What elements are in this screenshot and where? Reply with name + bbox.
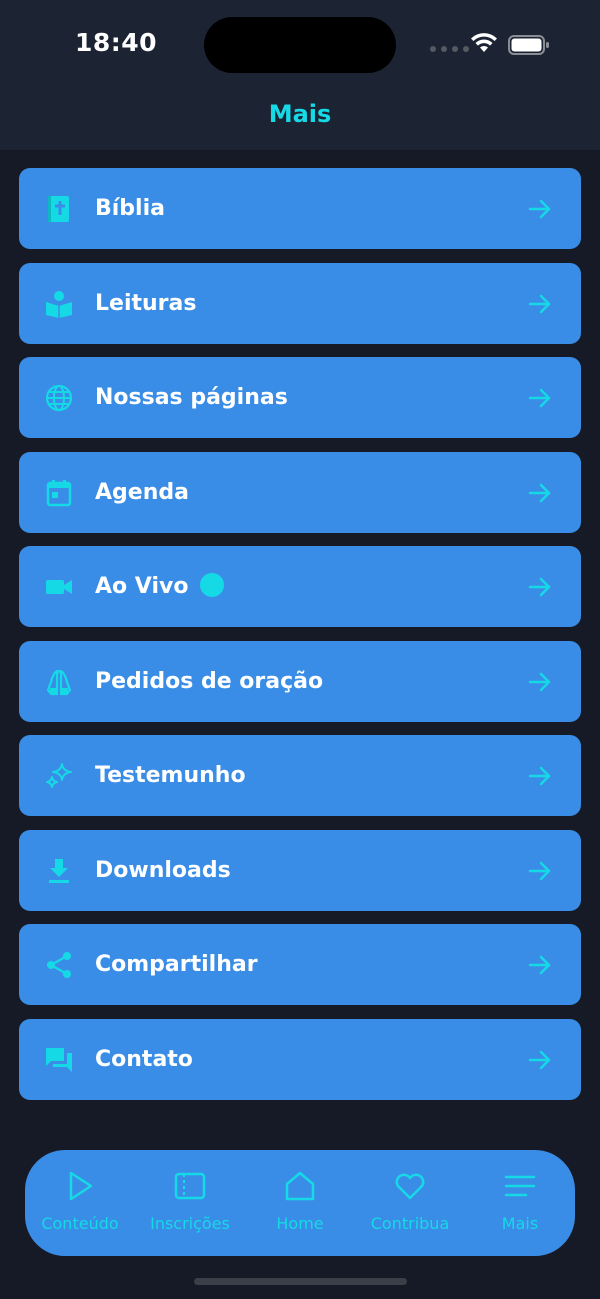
menu-item-agenda[interactable]: Agenda xyxy=(19,451,581,533)
menu-item-label: Ao Vivo xyxy=(95,574,189,599)
praying-hands-icon xyxy=(46,669,72,695)
calendar-icon xyxy=(46,479,72,506)
play-icon xyxy=(69,1171,93,1201)
dynamic-island xyxy=(204,17,396,73)
menu-icon xyxy=(504,1175,536,1197)
home-icon xyxy=(285,1171,315,1201)
menu-item-label: Pedidos de oração xyxy=(95,668,324,694)
menu-item-testimony[interactable]: Testemunho xyxy=(19,735,581,816)
arrow-right-icon xyxy=(528,577,551,597)
live-indicator-dot xyxy=(200,573,225,597)
tab-label: Conteúdo xyxy=(41,1214,119,1233)
tab-registrations[interactable]: Inscrições xyxy=(135,1150,245,1256)
tab-contribute[interactable]: Contribua xyxy=(355,1150,465,1256)
chat-icon xyxy=(46,1047,72,1072)
menu-item-label: Testemunho xyxy=(95,763,246,788)
arrow-right-icon xyxy=(528,199,551,219)
tab-label: Mais xyxy=(501,1214,539,1233)
arrow-right-icon xyxy=(528,955,551,975)
tab-content[interactable]: Conteúdo xyxy=(25,1150,135,1256)
share-icon xyxy=(47,952,71,978)
arrow-right-icon xyxy=(528,672,551,691)
more-menu-list: Bíblia Leituras Nossas páginas Agenda Ao… xyxy=(19,168,581,1113)
menu-item-label-wrap: Ao Vivo xyxy=(95,546,225,627)
arrow-right-icon xyxy=(528,861,551,880)
status-time: 18:40 xyxy=(75,28,158,57)
bible-icon xyxy=(48,196,69,222)
heart-icon xyxy=(395,1173,425,1200)
home-indicator[interactable] xyxy=(194,1278,407,1285)
menu-item-contact[interactable]: Contato xyxy=(19,1018,581,1100)
reading-icon xyxy=(46,290,72,318)
tab-label: Contribua xyxy=(370,1214,450,1233)
arrow-right-icon xyxy=(528,766,551,786)
menu-item-label: Bíblia xyxy=(95,196,165,221)
menu-item-prayer-requests[interactable]: Pedidos de oração xyxy=(19,640,581,722)
tab-home[interactable]: Home xyxy=(245,1150,355,1256)
battery-icon xyxy=(508,35,549,55)
menu-item-label: Leituras xyxy=(95,290,197,316)
menu-item-share[interactable]: Compartilhar xyxy=(19,924,581,1005)
wifi-icon xyxy=(471,33,497,52)
download-icon xyxy=(49,858,69,883)
menu-item-our-pages[interactable]: Nossas páginas xyxy=(19,357,581,438)
menu-item-live[interactable]: Ao Vivo xyxy=(19,546,581,627)
video-camera-icon xyxy=(46,580,72,594)
tab-label: Inscrições xyxy=(150,1214,230,1233)
sparkles-icon xyxy=(46,763,72,788)
menu-item-label: Downloads xyxy=(95,857,231,883)
menu-item-label: Contato xyxy=(95,1046,193,1072)
header-bar: 18:40 Mais xyxy=(0,0,600,150)
menu-item-downloads[interactable]: Downloads xyxy=(19,829,581,911)
menu-item-label: Compartilhar xyxy=(95,952,258,977)
tab-label: Home xyxy=(276,1214,324,1233)
tab-more[interactable]: Mais xyxy=(465,1150,575,1256)
ticket-icon xyxy=(174,1172,206,1200)
globe-icon xyxy=(45,384,73,412)
cellular-signal-icon xyxy=(430,46,469,52)
bottom-tab-bar: Conteúdo Inscrições Home Contribua Mais xyxy=(25,1150,575,1256)
menu-item-label: Nossas páginas xyxy=(95,385,288,410)
arrow-right-icon xyxy=(528,483,551,502)
arrow-right-icon xyxy=(528,294,551,313)
arrow-right-icon xyxy=(528,388,551,408)
arrow-right-icon xyxy=(528,1050,551,1069)
menu-item-bible[interactable]: Bíblia xyxy=(19,168,581,249)
menu-item-readings[interactable]: Leituras xyxy=(19,262,581,344)
page-title: Mais xyxy=(268,100,332,128)
menu-item-label: Agenda xyxy=(95,479,189,505)
